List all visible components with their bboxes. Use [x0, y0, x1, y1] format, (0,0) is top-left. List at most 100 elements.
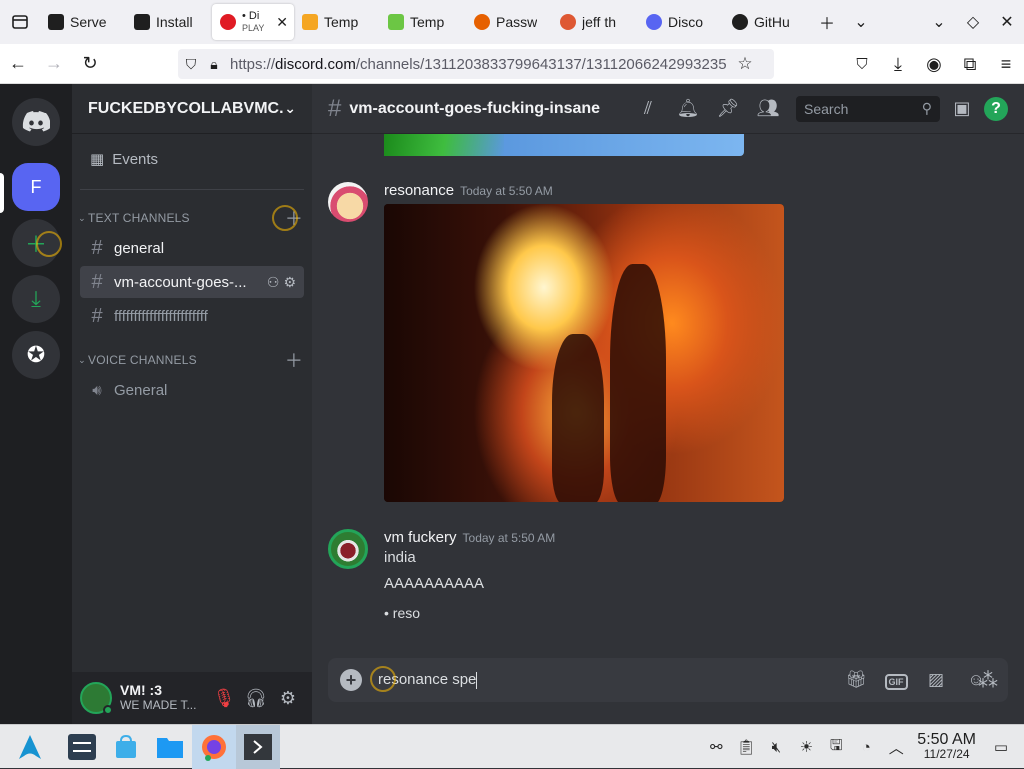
upload-plus-button[interactable]: +: [340, 669, 362, 691]
new-tab-button[interactable]: ＋: [810, 0, 844, 44]
reload-button[interactable]: ↻: [72, 44, 108, 84]
tab-overview-button[interactable]: [0, 0, 40, 44]
address-bar[interactable]: ⛉ 🔒︎ https://discord.com/channels/131120…: [178, 49, 774, 79]
gift-icon[interactable]: 🎁︎: [836, 670, 876, 690]
disk-icon[interactable]: 🖫: [821, 735, 851, 760]
direct-messages-button[interactable]: [12, 98, 60, 146]
message-composer[interactable]: + resonance spe 🎁︎ GIF ▨ ☺: [328, 658, 1008, 702]
system-monitor-icon[interactable]: ◔: [851, 739, 881, 756]
hash-icon: #: [91, 304, 103, 327]
terminal-taskbar-button[interactable]: [236, 724, 280, 769]
server-header-button[interactable]: FUCKEDBYCOLLABVMC... ⌄: [72, 84, 312, 134]
invite-icon[interactable]: ⚇: [267, 274, 280, 291]
sticker-icon[interactable]: ▨: [916, 670, 956, 690]
gear-icon[interactable]: ⚙: [272, 688, 304, 709]
server-icon-button[interactable]: F: [12, 163, 60, 211]
browser-tab[interactable]: Disco: [638, 4, 724, 40]
gear-icon[interactable]: ⚙: [283, 274, 296, 291]
threads-icon[interactable]: ⫽: [628, 98, 668, 119]
help-icon[interactable]: ?: [984, 96, 1008, 121]
maximize-button[interactable]: ◇: [956, 0, 990, 44]
back-button[interactable]: ←: [0, 44, 36, 84]
download-apps-button[interactable]: ⤓: [12, 275, 60, 323]
close-window-button[interactable]: ✕: [990, 0, 1024, 44]
inbox-icon[interactable]: ▣: [948, 98, 976, 119]
clock[interactable]: 5:50 AM 11/27/24: [917, 731, 976, 762]
caret-down-icon: ⌄: [78, 212, 86, 223]
forward-button[interactable]: →: [36, 44, 72, 84]
create-channel-button[interactable]: ＋: [284, 347, 304, 373]
voice-channels-category[interactable]: ⌄ VOICE CHANNELS ＋: [76, 347, 304, 373]
user-info[interactable]: VM! :3 WE MADE T...: [120, 683, 208, 713]
message-author[interactable]: vm fuckery: [384, 529, 457, 546]
avatar[interactable]: [80, 682, 113, 715]
text-channels-category[interactable]: ⌄ TEXT CHANNELS ＋: [76, 208, 304, 229]
gif-button[interactable]: GIF: [876, 670, 916, 690]
shield-icon[interactable]: ⛉: [178, 44, 204, 84]
browser-tab[interactable]: GitHu: [724, 4, 810, 40]
cursor-highlight: [370, 666, 396, 692]
hash-icon: #: [91, 270, 103, 293]
chevron-down-icon: ⌄: [284, 100, 296, 116]
explore-servers-button[interactable]: ✪: [12, 331, 60, 379]
browser-tab[interactable]: Install: [126, 4, 212, 40]
tab-title: Temp: [324, 14, 359, 30]
sidebar-divider: [80, 189, 304, 190]
diamond-icon: ◇: [966, 14, 980, 31]
channel-vm-account[interactable]: # vm-account-goes-... ⚇ ⚙: [80, 266, 304, 298]
pocket-icon: ⛉: [856, 55, 868, 73]
minimize-button[interactable]: ⌄: [922, 0, 956, 44]
volume-muted-icon[interactable]: 🔇︎: [761, 739, 791, 756]
firefox-taskbar-button[interactable]: [192, 724, 236, 769]
browser-tab-active[interactable]: • Di PLAY ✕: [212, 4, 294, 40]
browser-tab[interactable]: jeff th: [552, 4, 638, 40]
chevron-up-icon[interactable]: ︿: [881, 737, 911, 758]
menu-button[interactable]: ≡: [988, 44, 1024, 84]
image-attachment[interactable]: [384, 204, 784, 502]
tab-favicon-icon: [220, 14, 236, 30]
browser-tab[interactable]: Temp: [380, 4, 466, 40]
message: vm fuckery Today at 5:50 AM india AAAAAA…: [328, 529, 1008, 629]
search-input[interactable]: Search ⚲: [796, 95, 940, 122]
file-manager-button[interactable]: [148, 725, 192, 769]
account-button[interactable]: ◉: [916, 44, 952, 84]
headphones-icon[interactable]: 🎧︎: [240, 688, 272, 709]
channel-name: general: [114, 239, 165, 257]
pin-icon[interactable]: 📌︎: [708, 98, 748, 119]
bookmark-star-icon[interactable]: ☆: [730, 44, 760, 84]
avatar[interactable]: [328, 529, 368, 569]
downloads-button[interactable]: ⤓: [880, 44, 916, 84]
close-tab-icon[interactable]: ✕: [276, 14, 288, 31]
events-button[interactable]: ▦ Events: [80, 142, 304, 176]
brightness-icon[interactable]: ☀: [791, 738, 821, 756]
voice-channel-general[interactable]: 🔊︎ General: [80, 374, 304, 406]
previous-image-attachment[interactable]: [384, 134, 744, 156]
clock-date: 11/27/24: [923, 747, 970, 761]
avatar[interactable]: [328, 182, 368, 222]
pocket-button[interactable]: ⛉: [844, 44, 880, 84]
start-menu-button[interactable]: [0, 725, 60, 769]
message-author[interactable]: resonance: [384, 182, 454, 199]
discover-button[interactable]: [104, 725, 148, 769]
extensions-button[interactable]: ⧉: [952, 44, 988, 84]
show-desktop-icon[interactable]: ▭: [986, 738, 1016, 756]
list-all-tabs-button[interactable]: ⌄: [844, 0, 878, 44]
members-icon[interactable]: 👥︎: [748, 98, 788, 119]
apps-icon[interactable]: ⁂: [968, 668, 1008, 693]
network-share-icon[interactable]: ⚯: [701, 738, 731, 756]
bell-icon[interactable]: 🔔︎: [668, 98, 708, 119]
system-settings-button[interactable]: [60, 725, 104, 769]
channel-ffff[interactable]: # ffffffffffffffffffffffff: [80, 300, 304, 332]
browser-tab[interactable]: Serve: [40, 4, 126, 40]
channel-name: vm-account-goes-...: [114, 273, 247, 291]
mute-microphone-icon[interactable]: 🎙︎: [208, 688, 240, 709]
clipboard-icon[interactable]: 📋︎: [731, 738, 761, 756]
lock-icon[interactable]: 🔒︎: [204, 44, 224, 84]
clock-time: 5:50 AM: [917, 731, 976, 748]
url-text[interactable]: https://discord.com/channels/13112038337…: [230, 56, 730, 73]
browser-tab[interactable]: Passw: [466, 4, 552, 40]
message-input[interactable]: resonance spe: [378, 671, 836, 689]
cursor-highlight: [36, 231, 62, 257]
browser-tab[interactable]: Temp: [294, 4, 380, 40]
channel-general[interactable]: # general: [80, 232, 304, 264]
